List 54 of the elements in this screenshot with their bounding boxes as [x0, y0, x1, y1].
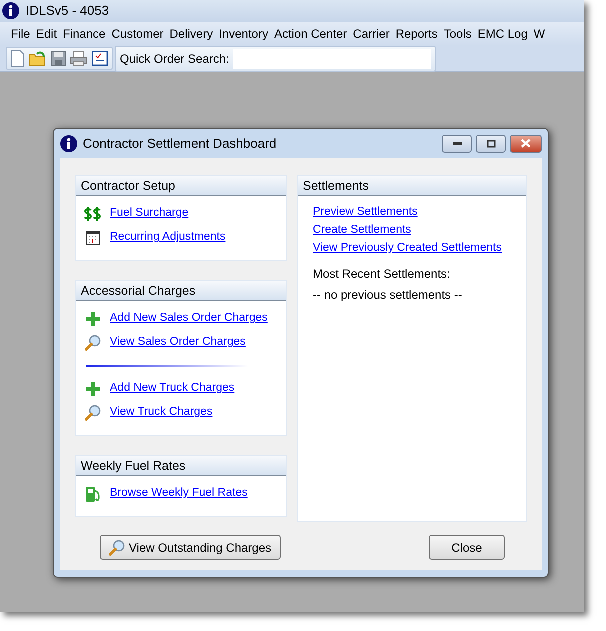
section-label: Most Recent Settlements: [313, 267, 450, 281]
menu-item[interactable]: File [8, 25, 34, 43]
plus-icon [86, 382, 100, 396]
view-outstanding-button[interactable]: View Outstanding Charges [100, 535, 281, 560]
link[interactable]: Recurring Adjustments [110, 229, 226, 247]
magnifier-icon [85, 335, 101, 351]
close-button[interactable] [510, 134, 542, 152]
fuel-pump-icon [85, 486, 101, 502]
link[interactable]: Add New Truck Charges [110, 380, 235, 398]
menu-item[interactable]: Customer [108, 25, 167, 43]
menu-item[interactable]: Delivery [166, 25, 216, 43]
folder-icon [29, 50, 47, 66]
form-icon [92, 51, 108, 66]
panel-header: Accessorial Charges [76, 281, 286, 301]
link[interactable]: Fuel Surcharge [110, 205, 189, 223]
document-icon [11, 50, 25, 67]
menu-item[interactable]: Carrier [350, 25, 393, 43]
menu-item[interactable]: Action Center [271, 25, 350, 43]
panel-header: Contractor Setup [76, 176, 286, 196]
maximize-icon [486, 140, 496, 148]
link[interactable]: View Previously Created Settlements [313, 242, 502, 254]
panel-header: Weekly Fuel Rates [76, 456, 286, 476]
empty-message: -- no previous settlements -- [313, 288, 462, 302]
menu-item[interactable]: Finance [60, 25, 109, 43]
link[interactable]: Create Settlements [313, 224, 412, 236]
menu-item[interactable]: W [530, 25, 548, 43]
link[interactable]: Browse Weekly Fuel Rates [110, 485, 248, 503]
dialog-title: Contractor Settlement Dashboard [83, 134, 278, 153]
menu-item[interactable]: Inventory [216, 25, 272, 43]
maximize-button[interactable] [476, 134, 506, 152]
calendar-icon [86, 231, 100, 245]
link[interactable]: Preview Settlements [313, 206, 418, 218]
magnifier-icon [109, 540, 125, 556]
menu-item[interactable]: EMC Log [474, 25, 531, 43]
info-icon [2, 2, 20, 20]
search-field[interactable] [233, 48, 432, 68]
minimize-icon [452, 142, 462, 145]
menu-item[interactable]: Reports [392, 25, 441, 43]
menu-item[interactable]: Tools [440, 25, 475, 43]
printer-icon [70, 50, 88, 66]
search-label: Quick Order Search: [120, 50, 230, 68]
link[interactable]: View Truck Charges [110, 404, 213, 422]
panel-header: Settlements [298, 176, 526, 196]
magnifier-icon [85, 405, 101, 421]
close-dialog-button[interactable]: Close [429, 535, 505, 560]
link[interactable]: Add New Sales Order Charges [110, 310, 268, 328]
info-icon [60, 134, 78, 152]
plus-icon [86, 312, 100, 326]
close-icon [521, 139, 531, 148]
link[interactable]: View Sales Order Charges [110, 334, 246, 352]
minimize-button[interactable] [442, 134, 472, 152]
menu-item[interactable]: Edit [33, 25, 60, 43]
dollar-icon [84, 207, 102, 221]
window-title: IDLSv5 - 4053 [26, 2, 110, 20]
